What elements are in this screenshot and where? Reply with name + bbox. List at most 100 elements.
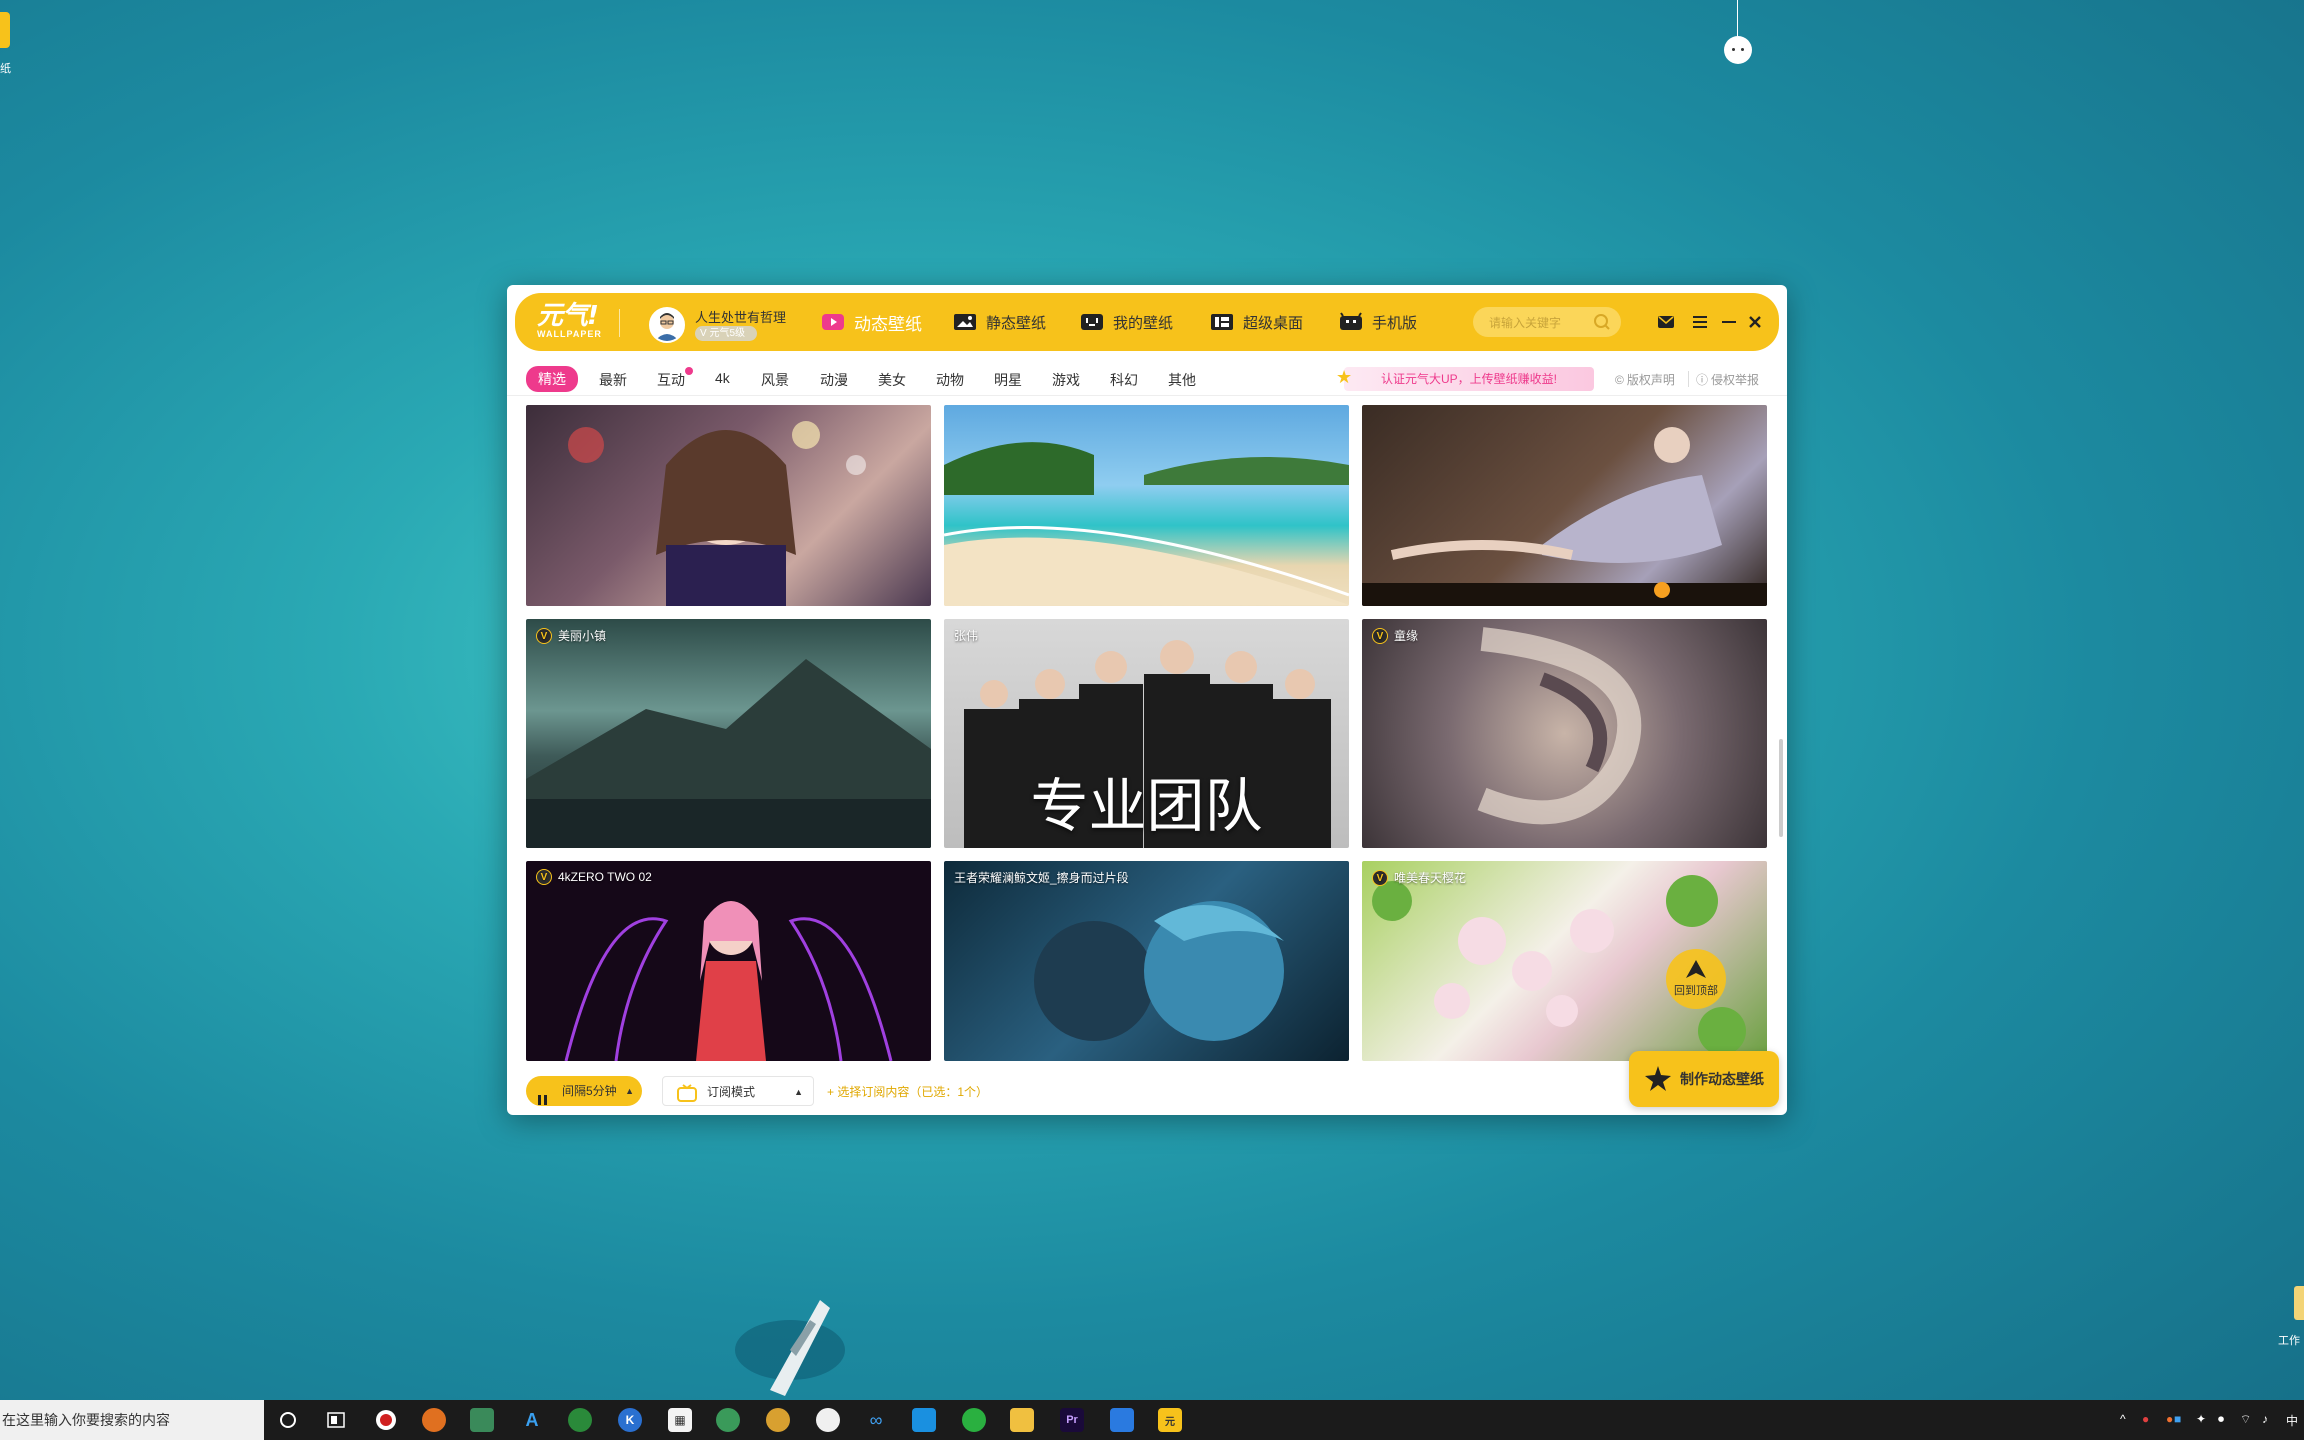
desktop-folder-icon[interactable] [2294, 1286, 2304, 1320]
volume-icon[interactable]: ♪ [2262, 1412, 2268, 1426]
wallpaper-tile[interactable]: V 4kZERO TWO 02 [526, 861, 931, 1061]
input-language[interactable]: 中 [2286, 1412, 2298, 1429]
app-icon-blue-square[interactable] [912, 1408, 936, 1432]
report-link[interactable]: ⓘ 侵权举报 [1696, 371, 1759, 388]
mode-select[interactable]: 订阅模式 ▲ [662, 1076, 814, 1106]
wallpaper-tile[interactable] [1362, 405, 1767, 606]
microphone-icon[interactable]: ⏺ [2218, 1412, 2224, 1427]
network-icon[interactable]: ⌔ [2240, 1412, 2251, 1427]
spreadsheet-icon[interactable]: ▦ [668, 1408, 692, 1432]
vip-badge: V [1372, 627, 1388, 644]
wallpaper-tile[interactable] [944, 405, 1349, 606]
category-scifi[interactable]: 科幻 [1110, 370, 1138, 390]
taskbar-search[interactable]: 在这里输入你要搜索的内容 [0, 1400, 264, 1440]
category-anime[interactable]: 动漫 [820, 370, 848, 390]
search-input[interactable] [1487, 313, 1591, 333]
cortana-icon[interactable] [276, 1408, 300, 1432]
menu-icon[interactable] [1689, 311, 1711, 333]
category-beauty[interactable]: 美女 [878, 370, 906, 390]
image-icon [952, 311, 978, 333]
tile-label: V 唯美春天樱花 [1372, 869, 1466, 886]
copyright-icon: © [1615, 372, 1624, 387]
desktop-folder-label: 工作 [2278, 1335, 2300, 1347]
category-animals[interactable]: 动物 [936, 370, 964, 390]
category-featured[interactable]: 精选 [526, 366, 578, 392]
taskbar-search-text: 在这里输入你要搜索的内容 [2, 1412, 170, 1428]
category-other[interactable]: 其他 [1168, 370, 1196, 390]
wallpaper-tile[interactable]: V 美丽小镇 [526, 619, 931, 848]
app-logo[interactable]: 元气! WALLPAPER [537, 303, 605, 343]
tray-blue-icon[interactable]: ■ [2174, 1412, 2181, 1426]
windows-taskbar: 在这里输入你要搜索的内容 A K ▦ ∞ Pr 元 ^ ● ● ■ ✦ ⏺ ⌔ … [0, 1400, 2304, 1440]
back-to-top-button[interactable]: 回到顶部 [1666, 949, 1726, 1009]
scrollbar[interactable] [1779, 739, 1783, 837]
premiere-icon[interactable]: Pr [1060, 1408, 1084, 1432]
nav-label: 动态壁纸 [854, 314, 922, 334]
wechat-icon[interactable] [962, 1408, 986, 1432]
record-app-icon[interactable] [374, 1408, 398, 1432]
category-divider [507, 395, 1787, 396]
swirl-thumbnail [1477, 627, 1642, 825]
tray-chevron-icon[interactable]: ^ [2120, 1412, 2126, 1426]
app-icon-globe[interactable] [716, 1408, 740, 1432]
tile-title: 美丽小镇 [558, 629, 607, 643]
report-label: 侵权举报 [1711, 373, 1760, 387]
nav-dynamic-wallpaper[interactable]: 动态壁纸 [820, 309, 922, 335]
promo-banner[interactable]: ★ 认证元气大UP，上传壁纸赚收益! [1336, 367, 1594, 391]
mail-icon[interactable] [1655, 311, 1677, 333]
desktop-app-icon[interactable] [0, 12, 10, 48]
app-icon-tablet[interactable] [1110, 1408, 1134, 1432]
category-4k[interactable]: 4k [715, 370, 730, 386]
caret-up-icon: ▲ [625, 1086, 634, 1096]
copyright-link[interactable]: © 版权声明 [1615, 371, 1675, 388]
play-icon [820, 311, 846, 333]
nav-my-wallpaper[interactable]: 我的壁纸 [1079, 309, 1173, 335]
app-icon-orange[interactable] [422, 1408, 446, 1432]
category-stars[interactable]: 明星 [994, 370, 1022, 390]
nav-super-desktop[interactable]: 超级桌面 [1209, 309, 1303, 335]
category-interactive[interactable]: 互动 [657, 367, 693, 390]
fantasy-woman-thumbnail [1362, 427, 1767, 606]
user-name[interactable]: 人生处世有哲理 [695, 307, 786, 326]
tile-title: 唯美春天樱花 [1394, 871, 1467, 885]
nav-label: 超级桌面 [1243, 314, 1304, 332]
tray-shield-icon[interactable]: ✦ [2196, 1412, 2206, 1426]
select-subscription-link[interactable]: + 选择订阅内容（已选：1个） [827, 1083, 988, 1100]
minimize-icon[interactable] [1718, 311, 1740, 333]
wallpaper-tile[interactable] [526, 405, 931, 606]
app-icon-tool[interactable] [766, 1408, 790, 1432]
pause-icon [538, 1086, 548, 1105]
make-dynamic-wallpaper-button[interactable]: 制作动态壁纸 [1629, 1051, 1779, 1107]
tv-mode-icon [677, 1083, 697, 1113]
tray-app-icon[interactable]: ● [2166, 1412, 2173, 1426]
file-explorer-icon[interactable] [1010, 1408, 1034, 1432]
app-icon-k[interactable]: K [618, 1408, 642, 1432]
tray-record-icon[interactable]: ● [2142, 1412, 2149, 1426]
app-icon-infinity[interactable]: ∞ [864, 1408, 888, 1432]
category-latest[interactable]: 最新 [599, 370, 627, 390]
interval-label: 间隔5分钟 [562, 1084, 617, 1098]
beach-thumbnail [944, 442, 1349, 606]
interval-button[interactable]: 间隔5分钟 ▲ [526, 1076, 642, 1106]
nav-mobile[interactable]: 手机版 [1338, 309, 1417, 335]
yuanqi-wallpaper-taskbar-icon[interactable]: 元 [1158, 1408, 1182, 1432]
boat-decoration [730, 1290, 850, 1400]
search-icon[interactable] [1593, 313, 1611, 336]
task-view-icon[interactable] [324, 1408, 348, 1432]
nav-static-wallpaper[interactable]: 静态壁纸 [952, 309, 1046, 335]
app-icon-green-box[interactable] [470, 1408, 494, 1432]
category-scenery[interactable]: 风景 [761, 370, 789, 390]
category-games[interactable]: 游戏 [1052, 370, 1080, 390]
app-icon-panda[interactable] [816, 1408, 840, 1432]
browser-icon[interactable] [568, 1408, 592, 1432]
wallpaper-tile[interactable]: 王者荣耀澜鲸文姬_擦身而过片段 [944, 861, 1349, 1061]
mountain-town-thumbnail [526, 659, 931, 848]
app-icon-blue-a[interactable]: A [520, 1408, 544, 1432]
wallpaper-tile[interactable]: V 童缘 [1362, 619, 1767, 848]
cat-pendant-icon[interactable] [1722, 0, 1754, 70]
wallpaper-tile[interactable]: 张伟 专业团队 [944, 619, 1349, 848]
desktop-app-label: 纸 [0, 63, 11, 75]
avatar[interactable] [649, 307, 685, 343]
tile-label: 张伟 [954, 627, 978, 644]
close-icon[interactable] [1744, 311, 1766, 333]
